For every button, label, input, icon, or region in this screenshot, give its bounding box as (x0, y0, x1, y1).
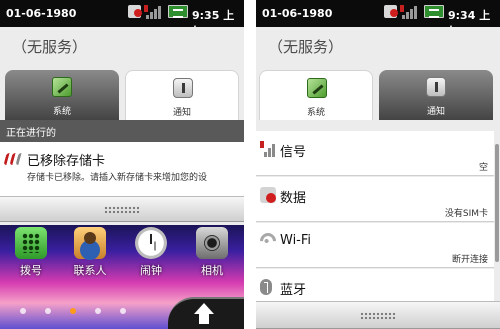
tab-system[interactable]: 系统 (259, 70, 373, 120)
status-carrier-text: 01-06-1980 (6, 7, 77, 20)
row-data[interactable]: 数据 没有SIM卡 (256, 177, 494, 222)
app-drawer-button[interactable] (168, 297, 244, 329)
wifi-icon (256, 229, 280, 253)
arrow-up-icon (192, 303, 216, 327)
status-bar[interactable]: 01-06-1980 9:35 上午 (0, 0, 244, 38)
row-bluetooth[interactable]: 蓝牙 (256, 269, 494, 301)
tab-notifications-label: 通知 (172, 108, 191, 118)
app-camera-label: 相机 (201, 264, 223, 277)
row-signal-status: 空 (478, 163, 488, 173)
notification-icon (173, 78, 193, 98)
battery-icon (168, 5, 188, 18)
sd-card-removed-icon (3, 153, 25, 165)
row-bluetooth-title: 蓝牙 (280, 283, 307, 298)
app-dialer-label: 拨号 (20, 264, 42, 277)
shade-drag-handle[interactable] (0, 196, 244, 222)
row-wifi-status: 断开连接 (451, 255, 488, 265)
tab-notifications-label: 通知 (426, 107, 445, 117)
bluetooth-icon (260, 279, 272, 295)
page-dot-active (70, 308, 76, 314)
left-phone-screen: 01-06-1980 9:35 上午 （无服务） 系统 通知 正在进行的 已移除… (0, 0, 244, 329)
status-carrier-text: 01-06-1980 (262, 7, 333, 20)
scrollbar[interactable] (495, 144, 499, 262)
signal-icon (144, 5, 164, 19)
grip-icon (104, 206, 140, 214)
home-screen: 拨号 联系人 闹钟 相机 (0, 225, 244, 329)
no-service-label: （无服务） (268, 38, 344, 56)
tab-notifications[interactable]: 通知 (125, 70, 239, 120)
clock-icon (135, 227, 167, 259)
notification-title: 已移除存储卡 (27, 154, 106, 169)
status-bar[interactable]: 01-06-1980 9:34 上午 (256, 0, 500, 38)
notification-item[interactable]: 已移除存储卡 存储卡已移除。请插入新存储卡来增加您的设 (0, 142, 244, 196)
row-signal[interactable]: 信号 空 (256, 131, 494, 176)
tab-system-label: 系统 (306, 108, 325, 118)
notification-icon (426, 77, 446, 97)
contacts-icon (74, 227, 106, 259)
tab-notifications[interactable]: 通知 (379, 70, 493, 120)
app-dialer[interactable]: 拨号 (8, 225, 54, 285)
dialer-icon (15, 227, 47, 259)
ongoing-header: 正在进行的 (0, 120, 244, 142)
page-dot (20, 308, 26, 314)
tab-system-label: 系统 (52, 107, 71, 117)
battery-icon (424, 5, 444, 18)
app-clock-label: 闹钟 (140, 264, 162, 277)
grip-icon (360, 312, 396, 320)
screenshot-pair: 01-06-1980 9:35 上午 （无服务） 系统 通知 正在进行的 已移除… (0, 0, 500, 329)
page-dot (120, 308, 126, 314)
app-camera[interactable]: 相机 (189, 225, 235, 285)
alert-icon (128, 5, 142, 18)
alert-icon (384, 5, 398, 18)
system-icon (52, 77, 72, 97)
notification-body: 存储卡已移除。请插入新存储卡来增加您的设 (27, 173, 208, 183)
row-wifi-title: Wi-Fi (280, 233, 312, 248)
no-service-label: （无服务） (12, 38, 88, 56)
page-dot (45, 308, 51, 314)
app-clock[interactable]: 闹钟 (128, 225, 174, 285)
notification-shade: （无服务） 系统 通知 信号 空 数据 没有SIM卡 Wi-Fi 断开连接 蓝牙 (256, 27, 500, 329)
row-data-title: 数据 (280, 191, 307, 206)
page-indicator (20, 308, 140, 316)
shade-drag-handle[interactable] (256, 301, 500, 329)
page-dot (95, 308, 101, 314)
signal-icon (260, 141, 276, 157)
row-signal-title: 信号 (280, 145, 307, 160)
row-data-status: 没有SIM卡 (444, 209, 488, 219)
row-wifi[interactable]: Wi-Fi 断开连接 (256, 223, 494, 268)
signal-icon (400, 5, 420, 19)
app-contacts[interactable]: 联系人 (67, 225, 113, 285)
tab-system[interactable]: 系统 (5, 70, 119, 120)
right-phone-screen: 01-06-1980 9:34 上午 （无服务） 系统 通知 信号 空 (256, 0, 500, 329)
camera-icon (196, 227, 228, 259)
system-icon (307, 78, 327, 98)
app-contacts-label: 联系人 (73, 264, 107, 277)
data-icon (260, 187, 276, 203)
